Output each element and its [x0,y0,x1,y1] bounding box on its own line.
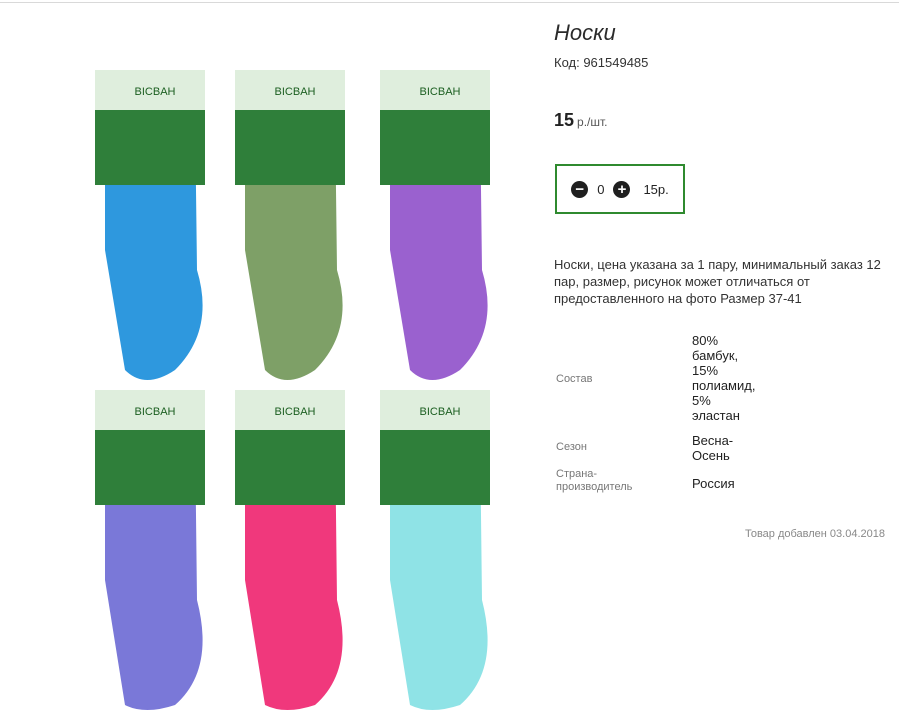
attr-label-composition: Состав [556,373,593,385]
brand-label: BICBAH [275,86,316,98]
brand-label: BICBAH [420,86,461,98]
sock-pink: BICBAH [225,390,365,715]
brand-label: BICBAH [275,406,316,418]
sock-aqua: BICBAH [370,390,510,715]
product-title: Носки [554,20,616,45]
sock-green: BICBAH [225,70,365,390]
brand-label: BICBAH [135,86,176,98]
top-divider [0,2,899,3]
quantity-value: 0 [597,181,605,197]
product-description: Носки, цена указана за 1 пару, минимальн… [554,257,881,306]
product-image[interactable]: BICBAH BICBAH BICBAH BICBAH BICBAH BICBA… [75,60,535,715]
attr-value-season: Весна-Осень [692,433,734,463]
quantity-total: 15р. [643,181,669,197]
brand-label: BICBAH [135,406,176,418]
sock-purple: BICBAH [370,70,510,390]
brand-label: BICBAH [420,406,461,418]
added-date: Товар добавлен 03.04.2018 [744,528,885,540]
attr-label-season: Сезон [556,441,587,453]
product-code: Код: 961549485 [554,55,649,70]
sock-periwinkle: BICBAH [85,390,225,715]
price-value: 15 [554,110,575,130]
attr-value-country: Россия [692,476,735,491]
attr-label-country: Страна-производитель [556,468,633,493]
price: 15 р./шт. [554,110,608,131]
minus-circle-icon[interactable]: − [571,180,589,198]
quantity-stepper: − 0 + 15р. [555,164,685,214]
sock-blue: BICBAH [85,70,225,390]
plus-circle-icon[interactable]: + [613,180,631,198]
attr-value-composition: 80% бамбук, 15% полиамид, 5% эластан [692,333,756,423]
price-unit: р./шт. [577,115,608,129]
